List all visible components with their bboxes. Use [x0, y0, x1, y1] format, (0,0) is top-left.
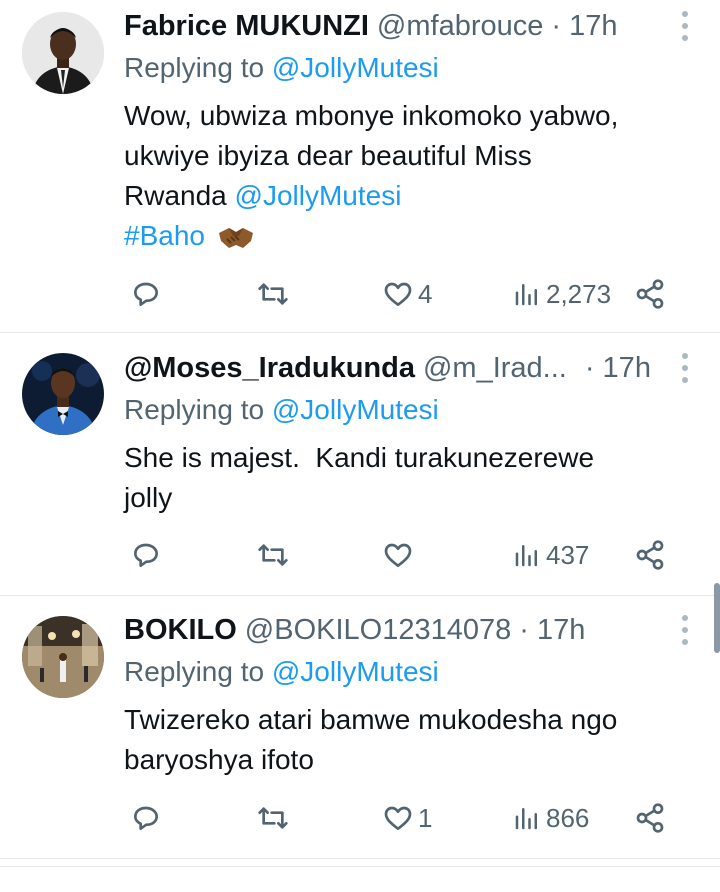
- replying-prefix: Replying to: [124, 394, 265, 425]
- views-icon: [515, 284, 537, 306]
- views-count: 866: [546, 802, 590, 833]
- divider: [0, 858, 720, 859]
- avatar[interactable]: [22, 616, 104, 698]
- like-icon: [384, 282, 412, 306]
- more-icon[interactable]: [680, 348, 690, 388]
- tweet[interactable]: BOKILO @BOKILO12314078 · 17h Replying to…: [0, 596, 720, 858]
- replying-to: Replying to @JollyMutesi: [124, 52, 439, 84]
- tweet[interactable]: Fabrice MUKUNZI @mfabrouce · 17h Replyin…: [0, 0, 720, 332]
- user-handle[interactable]: @m_Irad...: [423, 352, 567, 385]
- reply-button[interactable]: [130, 535, 162, 575]
- views-icon: [515, 545, 537, 567]
- replying-to: Replying to @JollyMutesi: [124, 656, 439, 688]
- reply-icon: [134, 806, 158, 830]
- share-button[interactable]: [634, 274, 666, 314]
- tweet-actions: 1 866: [124, 798, 684, 838]
- retweet-button[interactable]: [256, 535, 290, 575]
- tweet-header: BOKILO @BOKILO12314078 · 17h: [124, 610, 585, 650]
- tweet-text-line: Rwanda @JollyMutesi: [124, 176, 704, 216]
- tweet-actions: 437: [124, 535, 684, 575]
- tweet-actions: 4 2,273: [124, 274, 684, 314]
- tweet-header: Fabrice MUKUNZI @mfabrouce · 17h: [124, 6, 617, 46]
- replying-prefix: Replying to: [124, 656, 265, 687]
- mention-link[interactable]: @JollyMutesi: [272, 394, 439, 425]
- tweet-text: Wow, ubwiza mbonye inkomoko yabwo, ukwiy…: [124, 96, 704, 262]
- reply-icon: [134, 543, 158, 567]
- views-count: 437: [546, 539, 590, 570]
- share-button[interactable]: [634, 798, 666, 838]
- user-handle[interactable]: @mfabrouce: [377, 10, 543, 43]
- user-handle[interactable]: @BOKILO12314078: [245, 614, 511, 647]
- more-icon[interactable]: [680, 6, 690, 46]
- share-icon: [636, 803, 664, 833]
- like-count: 1: [418, 802, 433, 833]
- reply-button[interactable]: [130, 798, 162, 838]
- retweet-icon: [258, 283, 288, 305]
- tweet-text-line: jolly: [124, 482, 173, 513]
- like-button[interactable]: [382, 535, 418, 575]
- reply-button[interactable]: [130, 274, 162, 314]
- tweet-text: She is majest. Kandi turakunezerewe joll…: [124, 438, 704, 518]
- like-button[interactable]: 4: [382, 274, 432, 314]
- tweet[interactable]: @Moses_Iradukunda @m_Irad... · 17h Reply…: [0, 333, 720, 595]
- display-name[interactable]: BOKILO: [124, 614, 237, 647]
- tweet-text-line: ukwiye ibyiza dear beautiful Miss: [124, 140, 532, 171]
- avatar[interactable]: [22, 12, 104, 94]
- tweet-text: Twizereko atari bamwe mukodesha ngo bary…: [124, 700, 704, 780]
- hashtag-link[interactable]: #Baho: [124, 220, 205, 251]
- retweet-icon: [258, 544, 288, 566]
- timestamp[interactable]: · 17h: [519, 614, 585, 647]
- timestamp[interactable]: · 17h: [551, 10, 617, 43]
- retweet-button[interactable]: [256, 274, 290, 314]
- tweet-text-fragment: Rwanda: [124, 180, 227, 211]
- reply-icon: [134, 282, 158, 306]
- more-icon[interactable]: [680, 610, 690, 650]
- replying-to: Replying to @JollyMutesi: [124, 394, 439, 426]
- tweet-text-line: Wow, ubwiza mbonye inkomoko yabwo,: [124, 100, 619, 131]
- tweet-text-line: She is majest. Kandi turakunezerewe: [124, 442, 595, 473]
- divider: [0, 866, 720, 867]
- share-button[interactable]: [634, 535, 666, 575]
- like-icon: [384, 806, 412, 830]
- mention-link[interactable]: @JollyMutesi: [235, 180, 402, 211]
- views-count: 2,273: [546, 278, 612, 309]
- like-icon: [384, 543, 412, 567]
- mention-link[interactable]: @JollyMutesi: [272, 52, 439, 83]
- replying-prefix: Replying to: [124, 52, 265, 83]
- handshake-emoji-icon: [217, 222, 255, 262]
- timestamp[interactable]: · 17h: [585, 352, 651, 385]
- display-name[interactable]: Fabrice MUKUNZI: [124, 10, 369, 43]
- tweet-header: @Moses_Iradukunda @m_Irad... · 17h: [124, 348, 651, 388]
- display-name[interactable]: @Moses_Iradukunda: [124, 352, 415, 385]
- avatar[interactable]: [22, 353, 104, 435]
- tweet-text-line: baryoshya ifoto: [124, 744, 314, 775]
- views-icon: [515, 808, 537, 830]
- like-button[interactable]: 1: [382, 798, 432, 838]
- retweet-button[interactable]: [256, 798, 290, 838]
- scrollbar[interactable]: [714, 583, 720, 653]
- mention-link[interactable]: @JollyMutesi: [272, 656, 439, 687]
- like-count: 4: [418, 278, 433, 309]
- tweet-text-line: #Baho: [124, 216, 704, 262]
- share-icon: [636, 540, 664, 570]
- share-icon: [636, 279, 664, 309]
- tweet-text-line: Twizereko atari bamwe mukodesha ngo: [124, 704, 618, 735]
- views-button[interactable]: 437: [512, 535, 589, 575]
- retweet-icon: [258, 807, 288, 829]
- views-button[interactable]: 2,273: [512, 274, 611, 314]
- views-button[interactable]: 866: [512, 798, 589, 838]
